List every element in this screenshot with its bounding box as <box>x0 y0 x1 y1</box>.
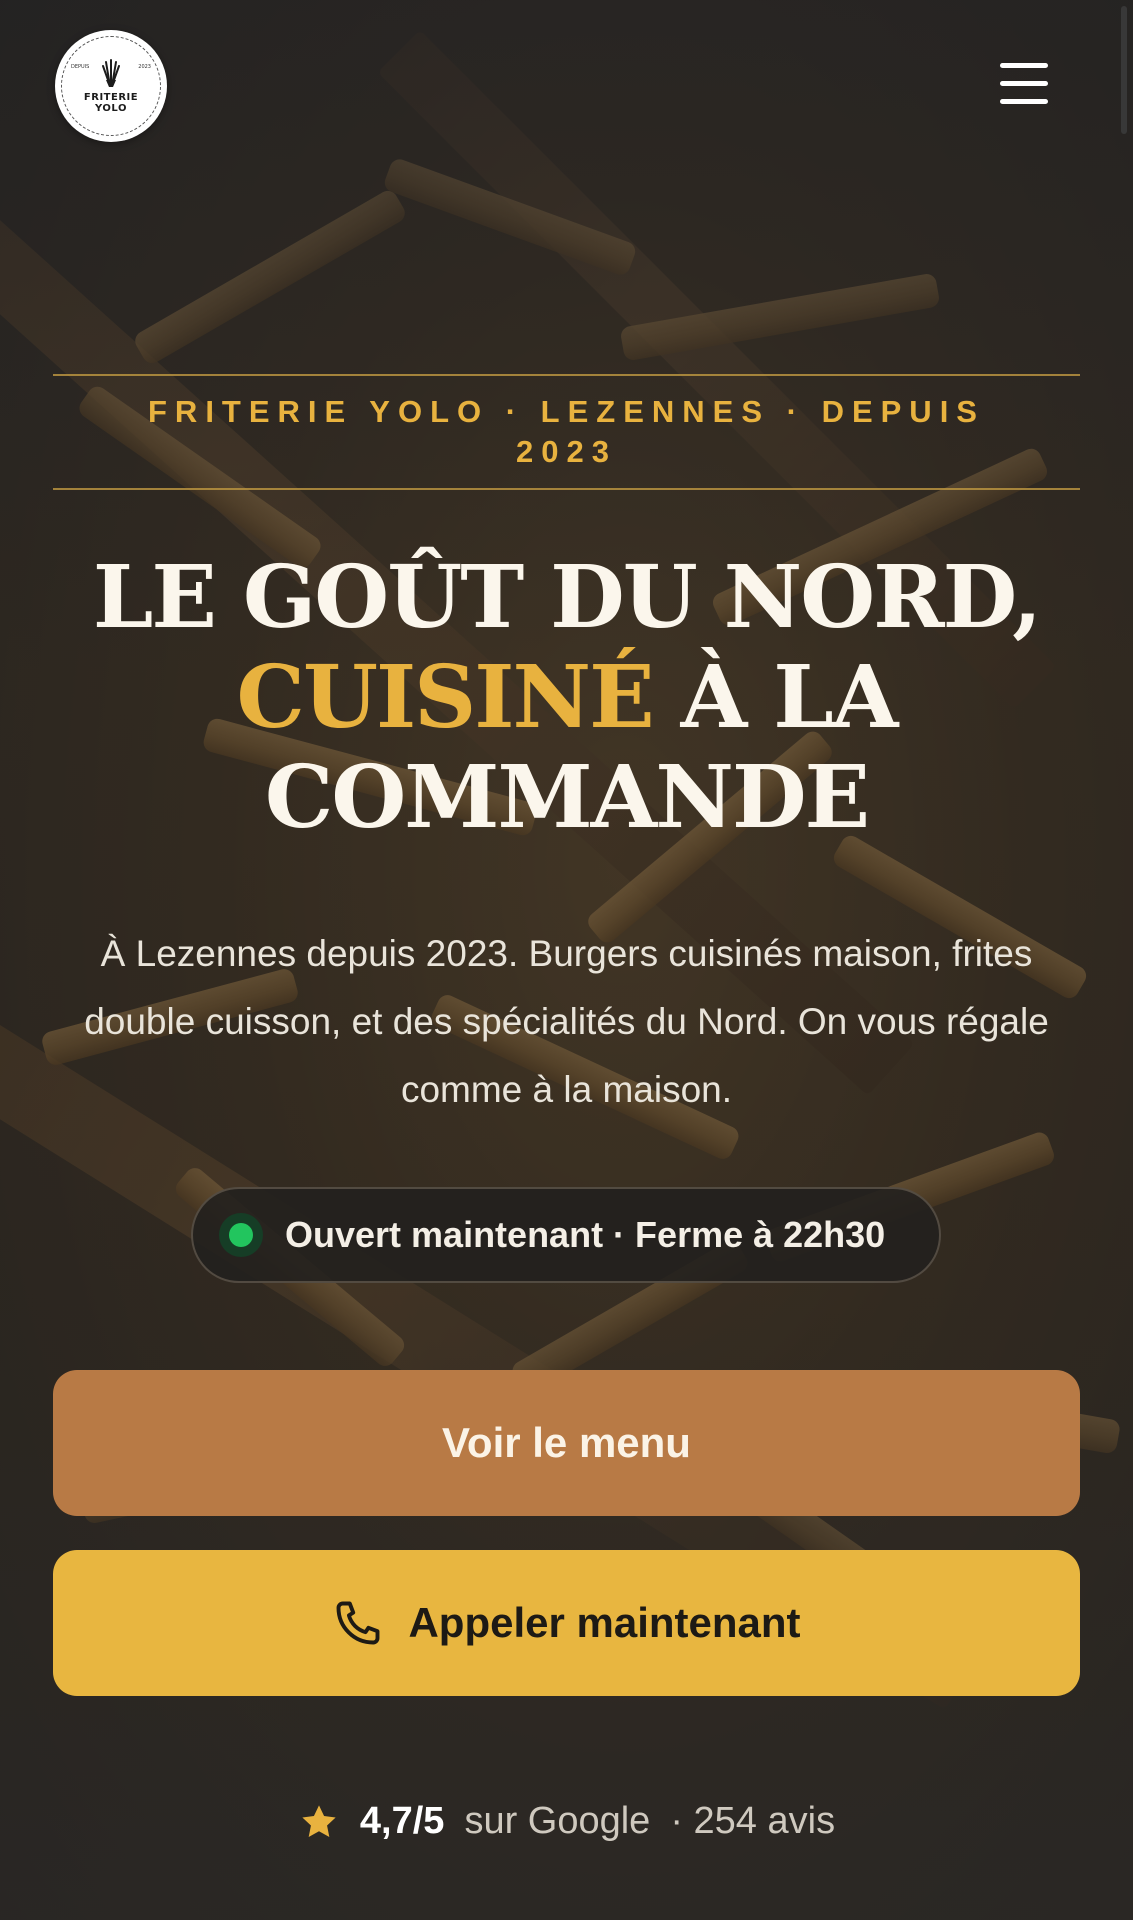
rating-reviews: · 254 avis <box>670 1800 836 1842</box>
hero-description: À Lezennes depuis 2023. Burgers cuisinés… <box>84 933 1049 1110</box>
divider <box>53 488 1080 490</box>
google-rating: 4,7/5 sur Google · 254 avis <box>0 1800 1133 1843</box>
opening-status-badge: Ouvert maintenant · Ferme à 22h30 <box>191 1187 941 1283</box>
divider <box>53 374 1080 376</box>
status-dot-icon <box>219 1213 263 1257</box>
star-icon <box>302 1804 336 1837</box>
rating-score: 4,7/5 <box>359 1800 445 1842</box>
phone-icon <box>337 1601 380 1645</box>
hero-headline: LE GOÛT DU NORD, CUISINÉ À LA COMMANDE <box>92 547 1042 848</box>
menu-icon[interactable] <box>992 56 1056 110</box>
headline-accent: CUISINÉ <box>236 647 655 748</box>
logo[interactable]: DEPUIS 2023 FRITERIE YOLO <box>55 30 167 142</box>
rating-source: sur Google <box>464 1800 651 1842</box>
view-menu-button[interactable]: Voir le menu <box>53 1370 1080 1516</box>
call-now-button[interactable]: Appeler maintenant <box>53 1550 1080 1696</box>
status-text: Ouvert maintenant · Ferme à 22h30 <box>285 1214 886 1255</box>
scrollbar[interactable] <box>1121 6 1127 134</box>
eyebrow-tagline: FRITERIE YOLO · LEZENNES · DEPUIS 2023 <box>148 394 985 469</box>
